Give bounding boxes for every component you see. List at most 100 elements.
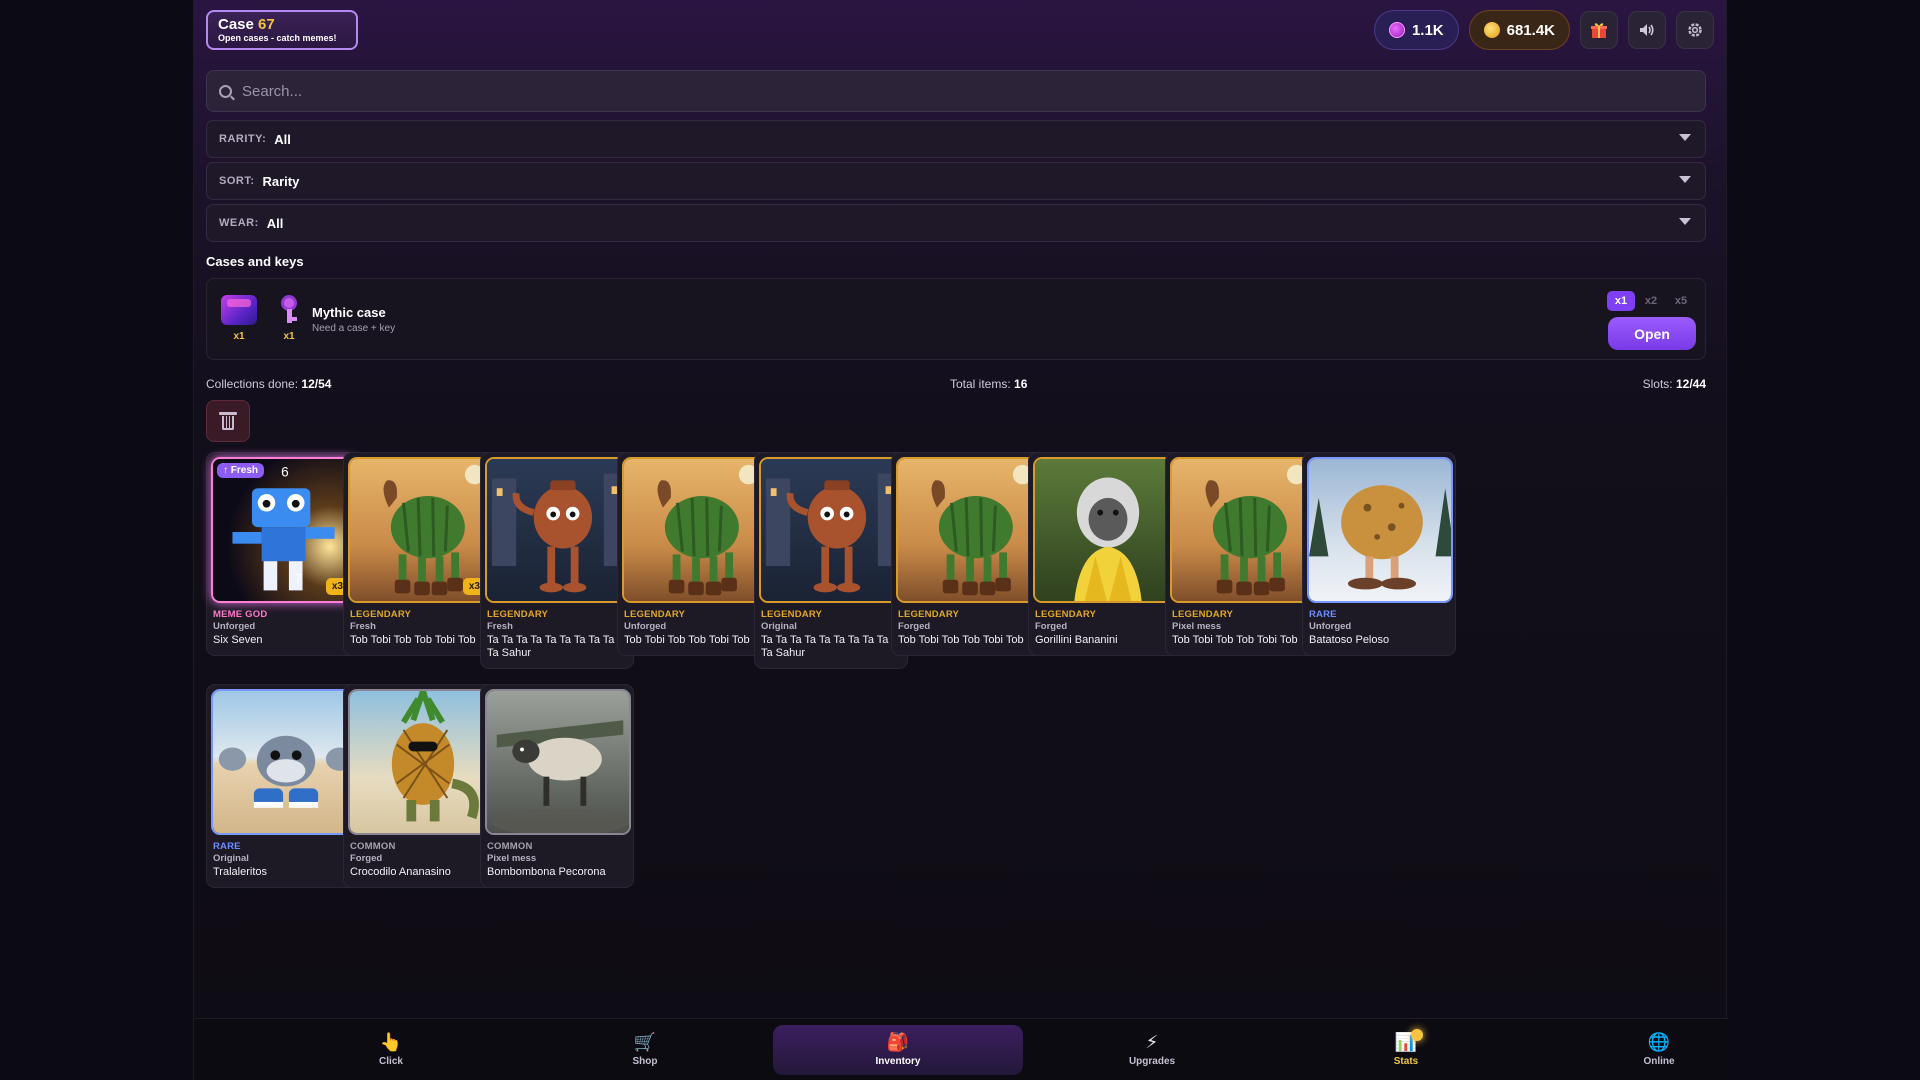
logo-badge[interactable]: Case 67 Open cases - catch memes! xyxy=(206,10,358,50)
item-card[interactable]: LEGENDARY Original Ta Ta Ta Ta Ta Ta Ta Ta… xyxy=(754,452,908,669)
delete-mode-button[interactable] xyxy=(206,400,250,442)
item-name: Ta Ta Ta Ta Ta Ta Ta Ta Ta Ta Ta Sahur xyxy=(761,634,903,659)
sort-filter-label: SORT: xyxy=(219,175,255,187)
item-card[interactable]: RARE Original Tralaleritos xyxy=(206,684,360,888)
gem-icon xyxy=(1388,22,1405,38)
case-count: x1 xyxy=(233,331,245,342)
search-input[interactable] xyxy=(242,82,1642,100)
item-image-sheep-plane xyxy=(485,689,631,835)
collections-stat: Collections done: 12/54 xyxy=(206,377,331,391)
collections-label: Collections done: xyxy=(206,377,299,391)
nav-label: Upgrades xyxy=(1128,1056,1176,1067)
chevron-down-icon xyxy=(1679,134,1691,141)
bar-chart-icon: 📊 xyxy=(1394,1032,1418,1052)
item-name: Six Seven xyxy=(213,634,263,646)
item-wear: Original xyxy=(761,621,797,632)
item-card[interactable]: LEGENDARY Fresh Ta Ta Ta Ta Ta Ta Ta Ta Ta… xyxy=(480,452,634,669)
item-name: Tob Tobi Tob Tob Tobi Tob xyxy=(624,634,750,646)
item-wear: Forged xyxy=(1035,621,1068,632)
notification-dot xyxy=(1411,1029,1423,1041)
nav-stats[interactable]: 📊 Stats xyxy=(1281,1025,1531,1075)
item-card[interactable]: LEGENDARY Pixel mess Tob Tobi Tob Tob Tobi… xyxy=(1165,452,1319,656)
item-wear: Unforged xyxy=(1309,621,1352,632)
sort-filter[interactable]: SORT: Rarity xyxy=(206,162,1706,200)
item-card[interactable]: LEGENDARY Forged Tob Tobi Tob Tob Tobi Tob xyxy=(891,452,1045,656)
key-icon xyxy=(278,295,300,325)
item-card[interactable]: LEGENDARY Forged Gorillini Bananini xyxy=(1028,452,1182,656)
rarity-filter[interactable]: RARITY: All xyxy=(206,120,1706,158)
item-card[interactable]: RARE Unforged Batatoso Peloso xyxy=(1302,452,1456,656)
logo-title: Case 67 xyxy=(218,16,346,33)
sound-button[interactable] xyxy=(1628,11,1666,49)
mythic-case-slot[interactable]: x1 xyxy=(219,295,259,351)
nav-inventory[interactable]: 🎒 Inventory xyxy=(773,1025,1023,1075)
case-box-icon xyxy=(221,295,257,325)
bottom-nav: 👆 Click 🛒 Shop 🎒 Inventory ⚡ Upgrades 📊 Stats 🌐 Onl… xyxy=(194,1018,1728,1080)
item-name: Crocodilo Ananasino xyxy=(350,866,451,878)
item-name: Gorillini Bananini xyxy=(1035,634,1118,646)
item-wear: Fresh xyxy=(487,621,513,632)
sort-filter-value: Rarity xyxy=(262,173,300,189)
gems-balance[interactable]: 1.1K xyxy=(1373,10,1459,50)
coins-value: 681.4K xyxy=(1506,21,1555,39)
item-rarity: LEGENDARY xyxy=(350,609,412,620)
rarity-filter-label: RARITY: xyxy=(219,133,267,145)
collections-value: 12/54 xyxy=(301,377,332,391)
item-image-cactus-camel: x3 xyxy=(348,457,494,603)
speaker-icon xyxy=(1640,24,1654,36)
open-case-button[interactable]: Open xyxy=(1608,317,1696,350)
item-wear: Pixel mess xyxy=(1172,621,1222,632)
item-image-cactus-camel xyxy=(896,457,1042,603)
gift-button[interactable] xyxy=(1580,11,1618,49)
nav-label: Click xyxy=(379,1056,403,1067)
item-wear: Forged xyxy=(350,853,383,864)
item-card[interactable]: COMMON Pixel mess Bombombona Pecorona xyxy=(480,684,634,888)
nav-label: Stats xyxy=(1393,1056,1419,1067)
item-card[interactable]: COMMON Forged Crocodilo Ananasino xyxy=(343,684,497,888)
globe-icon: 🌐 xyxy=(1647,1032,1671,1052)
item-card[interactable]: LEGENDARY Unforged Tob Tobi Tob Tob Tobi T… xyxy=(617,452,771,656)
nav-label: Shop xyxy=(632,1056,658,1067)
nav-shop[interactable]: 🛒 Shop xyxy=(520,1025,770,1075)
search-icon xyxy=(219,84,232,98)
item-image-gorilla xyxy=(1033,457,1179,603)
item-card[interactable]: x3 LEGENDARY Fresh Tob Tobi Tob Tob Tobi To… xyxy=(343,452,497,656)
mythic-key-slot[interactable]: x1 xyxy=(269,295,309,351)
item-image-teapot xyxy=(485,457,631,603)
nav-click[interactable]: 👆 Click xyxy=(266,1025,516,1075)
coins-balance[interactable]: 681.4K xyxy=(1468,10,1570,50)
item-rarity: RARE xyxy=(213,841,241,852)
trash-icon xyxy=(219,412,237,430)
logo-subtitle: Open cases - catch memes! xyxy=(218,33,337,43)
item-wear: Fresh xyxy=(350,621,376,632)
search-bar[interactable] xyxy=(206,70,1706,112)
item-rarity: LEGENDARY xyxy=(1035,609,1097,620)
item-card[interactable]: 6 7 ↑ Fresh x3 MEME GOD Unforged Six Seven xyxy=(206,452,360,656)
item-name: Tob Tobi Tob Tob Tobi Tob xyxy=(1172,634,1298,646)
slots-label: Slots: xyxy=(1642,377,1673,391)
total-items-stat: Total items: 16 xyxy=(950,377,1027,391)
item-wear: Original xyxy=(213,853,249,864)
slots-value: 12/44 xyxy=(1675,377,1706,391)
nav-online[interactable]: 🌐 Online xyxy=(1534,1025,1784,1075)
gear-icon xyxy=(1688,23,1702,37)
multiplier-x2-button[interactable]: x2 xyxy=(1637,291,1665,311)
backpack-icon: 🎒 xyxy=(886,1032,910,1052)
settings-button[interactable] xyxy=(1676,11,1714,49)
multiplier-x1-button[interactable]: x1 xyxy=(1607,291,1635,311)
item-name: Batatoso Peloso xyxy=(1309,634,1390,646)
item-wear: Forged xyxy=(898,621,931,632)
nav-upgrades[interactable]: ⚡ Upgrades xyxy=(1027,1025,1277,1075)
item-rarity: LEGENDARY xyxy=(898,609,960,620)
total-items-value: 16 xyxy=(1014,377,1028,391)
svg-text:6: 6 xyxy=(281,465,289,480)
nav-label: Online xyxy=(1643,1056,1675,1067)
item-rarity: LEGENDARY xyxy=(624,609,686,620)
item-wear: Pixel mess xyxy=(487,853,537,864)
wear-filter[interactable]: WEAR: All xyxy=(206,204,1706,242)
multiplier-x5-button[interactable]: x5 xyxy=(1667,291,1695,311)
item-image-blue-robot: 6 7 ↑ Fresh x3 xyxy=(211,457,357,603)
logo-title-number: 67 xyxy=(258,16,275,33)
gift-icon xyxy=(1591,23,1607,38)
item-name: Tralaleritos xyxy=(213,866,267,878)
